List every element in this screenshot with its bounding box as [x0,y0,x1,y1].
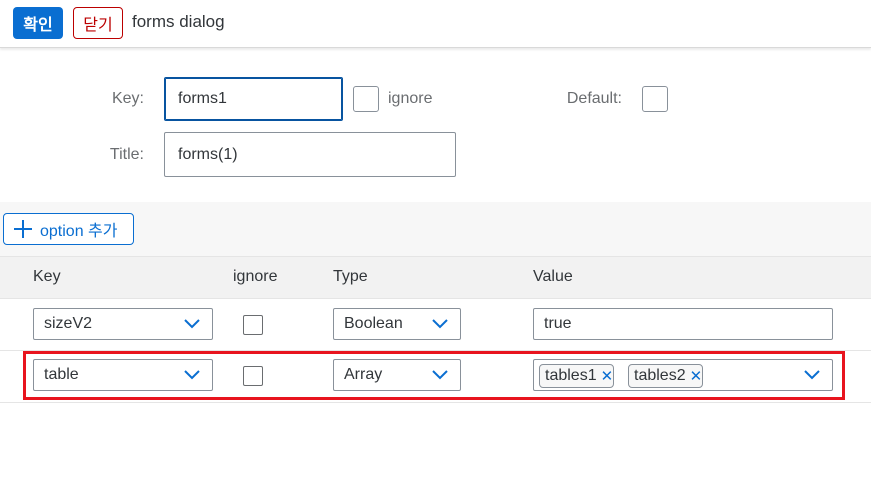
column-header-ignore: ignore [233,268,278,285]
ignore-checkbox[interactable] [353,86,379,112]
title-input[interactable]: forms(1) [164,132,456,177]
add-option-button[interactable]: option 추가 [3,213,134,245]
column-header-value: Value [533,268,573,285]
value-input[interactable]: true [533,308,833,340]
default-label: Default: [566,90,622,107]
type-select[interactable]: Boolean [333,308,461,340]
confirm-button[interactable]: 확인 [13,7,63,39]
options-toolbar: option 추가 [0,202,871,256]
dialog-header: 확인 닫기 forms dialog [0,0,871,48]
dialog-title: forms dialog [132,12,225,31]
ignore-label: ignore [388,90,433,107]
column-header-key: Key [33,268,61,285]
key-input[interactable]: forms1 [164,77,343,121]
key-label: Key: [111,90,144,107]
chevron-down-icon [184,319,200,329]
table-row: sizeV2 Boolean true [0,299,871,351]
type-select-value: Boolean [344,315,403,332]
close-button[interactable]: 닫기 [73,7,123,39]
column-header-type: Type [333,268,368,285]
options-table-header: Key ignore Type Value [0,256,871,299]
highlight-box [23,351,845,400]
title-label: Title: [109,146,144,163]
key-select-value: sizeV2 [44,315,93,332]
key-select[interactable]: sizeV2 [33,308,213,340]
plus-icon [13,219,33,239]
ignore-checkbox[interactable] [243,315,263,335]
default-checkbox[interactable] [642,86,668,112]
add-option-label: option 추가 [40,223,118,240]
chevron-down-icon [432,319,448,329]
value-input-text: true [544,315,572,332]
